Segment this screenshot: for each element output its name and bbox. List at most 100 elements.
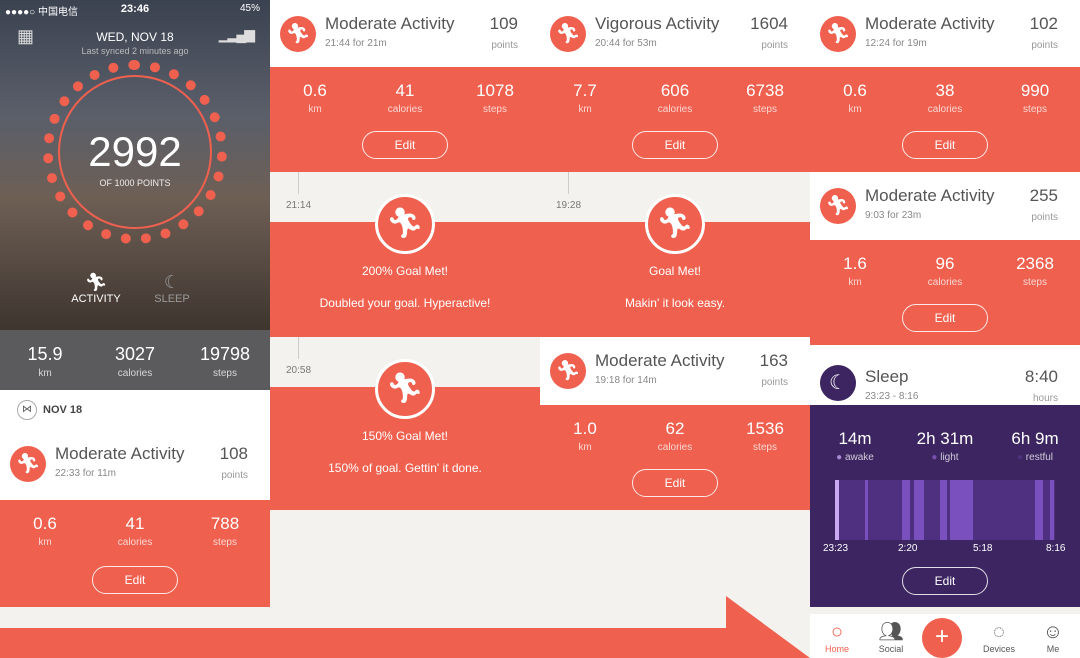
activity-stat: 0.6 km (810, 81, 900, 115)
stat-value: 6738 (746, 81, 784, 100)
stat-value: 1.6 (843, 254, 867, 273)
goal-banner[interactable]: 🏃︎ Goal Met! Makin' it look easy. (540, 194, 810, 337)
sleep-light (950, 480, 973, 540)
activity-card-header[interactable]: 🏃︎ Moderate Activity 19:18 for 14m 163 point… (540, 337, 810, 414)
axis-tick: 2:20 (898, 543, 918, 554)
sleep-awake (835, 480, 839, 540)
stat-label: calories (117, 537, 153, 548)
activity-time: 21:44 for 21m (325, 38, 387, 49)
runner-icon: 🏃︎ (820, 16, 856, 52)
sleep-light (865, 480, 868, 540)
stat-label: km (578, 104, 592, 115)
tab-activity-label: ACTIVITY (71, 293, 121, 305)
edit-button[interactable]: Edit (632, 131, 718, 159)
goal-time: 21:14 (286, 200, 312, 211)
goal-time: 19:28 (556, 200, 582, 211)
edit-button[interactable]: Edit (902, 304, 988, 332)
add-button[interactable]: + (922, 618, 962, 658)
tab-social[interactable]: 👥︎ Social (864, 614, 918, 654)
home-screen: ●●●●○ 中国电信 23:46 45% ▦ ▁▂▄▆ WED, NOV 18 … (0, 0, 270, 658)
activity-card-header[interactable]: 🏃︎ Vigorous Activity 20:44 for 53m 1604 poin… (540, 0, 810, 76)
stat-label: calories (657, 442, 693, 453)
stat-label: steps (753, 104, 777, 115)
sleep-time: 23:23 - 8:16 (865, 391, 919, 402)
edit-button[interactable]: Edit (632, 469, 718, 497)
flow-arrow (0, 596, 810, 658)
activity-card-body: 1.6 km 96 calories 2368 steps Edit (810, 240, 1080, 345)
stat-value: 788 (210, 514, 240, 533)
activity-stat: 62 calories (630, 419, 720, 453)
stat-value: 62 (665, 419, 685, 438)
activity-stat: 2368 steps (990, 254, 1080, 288)
home-circle-icon: ○ (830, 621, 844, 643)
stat-label: km (848, 277, 862, 288)
runner-icon: 🏃︎ (84, 272, 108, 292)
activity-card-header[interactable]: 🏃︎ Moderate Activity 21:44 for 21m 109 point… (270, 0, 540, 76)
edit-button[interactable]: Edit (362, 131, 448, 159)
activity-points: 255 (1029, 186, 1058, 205)
stat-value: 0.6 (33, 514, 57, 533)
activity-points: 109 (489, 14, 518, 33)
tab-devices[interactable]: ◌ Devices (972, 614, 1026, 654)
activity-time: 20:44 for 53m (595, 38, 657, 49)
goal-subtitle: 150% of goal. Gettin' it done. (328, 461, 482, 475)
goal-subtitle: Doubled your goal. Hyperactive! (319, 296, 491, 310)
stat-value: 96 (935, 254, 955, 273)
stat-label: steps (1023, 277, 1047, 288)
points-label: points (491, 40, 518, 51)
tab-sleep[interactable]: ☾ SLEEP (132, 272, 212, 305)
person-icon: ☺ (1042, 621, 1064, 643)
date: WED, NOV 18 (96, 30, 174, 44)
goal-title: 150% Goal Met! (361, 429, 449, 443)
activity-stat: 1.6 km (810, 254, 900, 288)
activity-stat: 41 calories (360, 81, 450, 115)
sleep-card-header[interactable]: ☾ Sleep 23:23 - 8:16 8:40 hours (810, 345, 1080, 405)
stat-value: 41 (125, 514, 145, 533)
edit-button[interactable]: Edit (902, 567, 988, 595)
tab-bar: ○ Home 👥︎ Social + ◌ Devices ☺ Me (810, 614, 1080, 658)
timeline-2: 🏃︎ Moderate Activity 21:44 for 21m 109 point… (270, 0, 540, 658)
runner-icon: 🏃︎ (375, 194, 435, 254)
stat-label: km (578, 442, 592, 453)
activity-card-header[interactable]: 🏃︎ Moderate Activity 22:33 for 11m 108 point… (0, 430, 270, 509)
sleep-card-body: 14m ● awake 2h 31m ● light 6h 9m ● restful … (810, 405, 1080, 607)
stat-label: calories (387, 104, 423, 115)
runner-icon: 🏃︎ (550, 16, 586, 52)
activity-points: 102 (1029, 14, 1058, 33)
activity-time: 9:03 for 23m (865, 210, 922, 221)
goal-banner[interactable]: 🏃︎ 150% Goal Met! 150% of goal. Gettin' it… (270, 359, 540, 510)
tab-home[interactable]: ○ Home (810, 614, 864, 654)
activity-time: 19:18 for 14m (595, 375, 657, 386)
goal-banner[interactable]: 🏃︎ 200% Goal Met! Doubled your goal. Hyper… (270, 194, 540, 337)
activity-card-header[interactable]: 🏃︎ Moderate Activity 12:24 for 19m 102 point… (810, 0, 1080, 76)
activity-stat: 990 steps (990, 81, 1080, 115)
sleep-light (1035, 480, 1043, 540)
stat-label: calories (657, 104, 693, 115)
activity-card-body: 1.0 km 62 calories 1536 steps Edit (540, 405, 810, 510)
stat-label: calories (927, 277, 963, 288)
points-label: points (761, 377, 788, 388)
timeline-line (298, 337, 299, 359)
stat-value: 0.6 (843, 81, 867, 100)
clock: 23:46 (120, 3, 150, 15)
runner-icon: 🏃︎ (280, 16, 316, 52)
activity-title: Moderate Activity (325, 14, 455, 33)
sleep-graph (835, 480, 1055, 540)
edit-button[interactable]: Edit (902, 131, 988, 159)
sleep-hours-label: hours (1032, 393, 1058, 404)
goal-title: Goal Met! (648, 264, 702, 278)
activity-stat: 1536 steps (720, 419, 810, 453)
activity-time: 22:33 for 11m (55, 468, 116, 479)
points-label: points (761, 40, 788, 51)
tab-me[interactable]: ☺ Me (1026, 614, 1080, 654)
sleep-hours: 8:40 (1024, 367, 1058, 386)
axis-tick: 23:23 (823, 543, 849, 554)
activity-stat: 96 calories (900, 254, 990, 288)
runner-icon: 🏃︎ (375, 359, 435, 419)
points-label: points (221, 470, 248, 481)
stat-label: km (38, 537, 52, 548)
activity-card-header[interactable]: 🏃︎ Moderate Activity 9:03 for 23m 255 points (810, 172, 1080, 249)
points-total: 2992 (88, 128, 182, 175)
tab-activity[interactable]: 🏃︎ ACTIVITY (56, 272, 136, 305)
stat-label: steps (753, 442, 777, 453)
